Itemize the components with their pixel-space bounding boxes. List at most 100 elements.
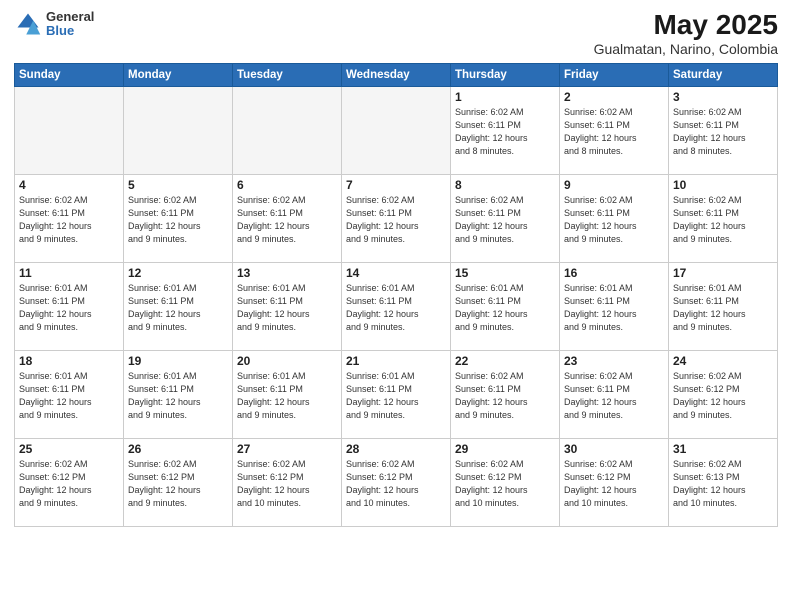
- calendar-cell: [233, 86, 342, 174]
- day-info: Sunrise: 6:02 AM Sunset: 6:12 PM Dayligh…: [19, 458, 119, 510]
- day-number: 27: [237, 442, 337, 456]
- calendar-table: Sunday Monday Tuesday Wednesday Thursday…: [14, 63, 778, 527]
- day-number: 28: [346, 442, 446, 456]
- calendar-cell: 29 Sunrise: 6:02 AM Sunset: 6:12 PM Dayli…: [451, 438, 560, 526]
- day-number: 7: [346, 178, 446, 192]
- calendar-cell: 5 Sunrise: 6:02 AM Sunset: 6:11 PM Daylig…: [124, 174, 233, 262]
- week-row-4: 25 Sunrise: 6:02 AM Sunset: 6:12 PM Dayli…: [15, 438, 778, 526]
- day-info: Sunrise: 6:02 AM Sunset: 6:11 PM Dayligh…: [237, 194, 337, 246]
- day-number: 19: [128, 354, 228, 368]
- day-number: 6: [237, 178, 337, 192]
- calendar-cell: 8 Sunrise: 6:02 AM Sunset: 6:11 PM Daylig…: [451, 174, 560, 262]
- day-number: 15: [455, 266, 555, 280]
- day-number: 17: [673, 266, 773, 280]
- header: General Blue May 2025 Gualmatan, Narino,…: [14, 10, 778, 57]
- day-number: 20: [237, 354, 337, 368]
- day-info: Sunrise: 6:01 AM Sunset: 6:11 PM Dayligh…: [673, 282, 773, 334]
- day-number: 24: [673, 354, 773, 368]
- calendar-cell: 18Sunrise: 6:01 AM Sunset: 6:11 PM Dayli…: [15, 350, 124, 438]
- calendar-cell: 7Sunrise: 6:02 AM Sunset: 6:11 PM Daylig…: [342, 174, 451, 262]
- day-number: 5: [128, 178, 228, 192]
- day-info: Sunrise: 6:02 AM Sunset: 6:11 PM Dayligh…: [673, 194, 773, 246]
- calendar-cell: 20Sunrise: 6:01 AM Sunset: 6:11 PM Dayli…: [233, 350, 342, 438]
- week-row-1: 4Sunrise: 6:02 AM Sunset: 6:11 PM Daylig…: [15, 174, 778, 262]
- day-info: Sunrise: 6:02 AM Sunset: 6:11 PM Dayligh…: [564, 370, 664, 422]
- calendar-cell: 6 Sunrise: 6:02 AM Sunset: 6:11 PM Daylig…: [233, 174, 342, 262]
- calendar-header: Sunday Monday Tuesday Wednesday Thursday…: [15, 63, 778, 86]
- day-info: Sunrise: 6:02 AM Sunset: 6:13 PM Dayligh…: [673, 458, 773, 510]
- day-info: Sunrise: 6:02 AM Sunset: 6:12 PM Dayligh…: [128, 458, 228, 510]
- day-number: 29: [455, 442, 555, 456]
- day-number: 3: [673, 90, 773, 104]
- calendar-cell: 27 Sunrise: 6:02 AM Sunset: 6:12 PM Dayli…: [233, 438, 342, 526]
- calendar-cell: 13 Sunrise: 6:01 AM Sunset: 6:11 PM Dayli…: [233, 262, 342, 350]
- day-info: Sunrise: 6:02 AM Sunset: 6:12 PM Dayligh…: [237, 458, 337, 510]
- day-number: 21: [346, 354, 446, 368]
- day-info: Sunrise: 6:01 AM Sunset: 6:11 PM Dayligh…: [455, 282, 555, 334]
- calendar-subtitle: Gualmatan, Narino, Colombia: [594, 41, 778, 57]
- th-tuesday: Tuesday: [233, 63, 342, 86]
- day-number: 14: [346, 266, 446, 280]
- day-info: Sunrise: 6:01 AM Sunset: 6:11 PM Dayligh…: [237, 282, 337, 334]
- day-info: Sunrise: 6:02 AM Sunset: 6:12 PM Dayligh…: [564, 458, 664, 510]
- day-info: Sunrise: 6:02 AM Sunset: 6:11 PM Dayligh…: [455, 370, 555, 422]
- calendar-cell: 24 Sunrise: 6:02 AM Sunset: 6:12 PM Dayli…: [669, 350, 778, 438]
- calendar-cell: 23 Sunrise: 6:02 AM Sunset: 6:11 PM Dayli…: [560, 350, 669, 438]
- day-info: Sunrise: 6:02 AM Sunset: 6:12 PM Dayligh…: [455, 458, 555, 510]
- day-number: 10: [673, 178, 773, 192]
- calendar-cell: 11Sunrise: 6:01 AM Sunset: 6:11 PM Dayli…: [15, 262, 124, 350]
- day-info: Sunrise: 6:01 AM Sunset: 6:11 PM Dayligh…: [19, 282, 119, 334]
- day-info: Sunrise: 6:02 AM Sunset: 6:12 PM Dayligh…: [673, 370, 773, 422]
- day-number: 22: [455, 354, 555, 368]
- day-info: Sunrise: 6:02 AM Sunset: 6:11 PM Dayligh…: [455, 194, 555, 246]
- calendar-cell: 10 Sunrise: 6:02 AM Sunset: 6:11 PM Dayli…: [669, 174, 778, 262]
- calendar-cell: [15, 86, 124, 174]
- day-info: Sunrise: 6:01 AM Sunset: 6:11 PM Dayligh…: [128, 370, 228, 422]
- calendar-cell: 2 Sunrise: 6:02 AM Sunset: 6:11 PM Daylig…: [560, 86, 669, 174]
- day-number: 18: [19, 354, 119, 368]
- page: General Blue May 2025 Gualmatan, Narino,…: [0, 0, 792, 612]
- calendar-cell: 3 Sunrise: 6:02 AM Sunset: 6:11 PM Daylig…: [669, 86, 778, 174]
- th-sunday: Sunday: [15, 63, 124, 86]
- calendar-cell: 21Sunrise: 6:01 AM Sunset: 6:11 PM Dayli…: [342, 350, 451, 438]
- calendar-cell: 22 Sunrise: 6:02 AM Sunset: 6:11 PM Dayli…: [451, 350, 560, 438]
- calendar-cell: 16Sunrise: 6:01 AM Sunset: 6:11 PM Dayli…: [560, 262, 669, 350]
- calendar-cell: [342, 86, 451, 174]
- th-friday: Friday: [560, 63, 669, 86]
- th-thursday: Thursday: [451, 63, 560, 86]
- calendar-cell: 15 Sunrise: 6:01 AM Sunset: 6:11 PM Dayli…: [451, 262, 560, 350]
- day-number: 31: [673, 442, 773, 456]
- day-number: 8: [455, 178, 555, 192]
- day-info: Sunrise: 6:02 AM Sunset: 6:11 PM Dayligh…: [673, 106, 773, 158]
- day-info: Sunrise: 6:02 AM Sunset: 6:11 PM Dayligh…: [455, 106, 555, 158]
- calendar-cell: 26 Sunrise: 6:02 AM Sunset: 6:12 PM Dayli…: [124, 438, 233, 526]
- day-number: 25: [19, 442, 119, 456]
- header-row: Sunday Monday Tuesday Wednesday Thursday…: [15, 63, 778, 86]
- week-row-0: 1Sunrise: 6:02 AM Sunset: 6:11 PM Daylig…: [15, 86, 778, 174]
- logo: General Blue: [14, 10, 94, 39]
- day-info: Sunrise: 6:02 AM Sunset: 6:12 PM Dayligh…: [346, 458, 446, 510]
- calendar-cell: 4Sunrise: 6:02 AM Sunset: 6:11 PM Daylig…: [15, 174, 124, 262]
- day-info: Sunrise: 6:01 AM Sunset: 6:11 PM Dayligh…: [346, 282, 446, 334]
- day-number: 2: [564, 90, 664, 104]
- day-number: 9: [564, 178, 664, 192]
- day-info: Sunrise: 6:02 AM Sunset: 6:11 PM Dayligh…: [128, 194, 228, 246]
- day-number: 13: [237, 266, 337, 280]
- logo-general: General: [46, 10, 94, 24]
- day-info: Sunrise: 6:02 AM Sunset: 6:11 PM Dayligh…: [19, 194, 119, 246]
- calendar-cell: 1Sunrise: 6:02 AM Sunset: 6:11 PM Daylig…: [451, 86, 560, 174]
- day-info: Sunrise: 6:02 AM Sunset: 6:11 PM Dayligh…: [564, 106, 664, 158]
- day-number: 26: [128, 442, 228, 456]
- day-number: 23: [564, 354, 664, 368]
- calendar-body: 1Sunrise: 6:02 AM Sunset: 6:11 PM Daylig…: [15, 86, 778, 526]
- day-number: 30: [564, 442, 664, 456]
- day-info: Sunrise: 6:02 AM Sunset: 6:11 PM Dayligh…: [564, 194, 664, 246]
- day-info: Sunrise: 6:01 AM Sunset: 6:11 PM Dayligh…: [128, 282, 228, 334]
- th-wednesday: Wednesday: [342, 63, 451, 86]
- calendar-cell: 19 Sunrise: 6:01 AM Sunset: 6:11 PM Dayli…: [124, 350, 233, 438]
- calendar-cell: 25 Sunrise: 6:02 AM Sunset: 6:12 PM Dayli…: [15, 438, 124, 526]
- logo-blue: Blue: [46, 24, 94, 38]
- calendar-title: May 2025: [594, 10, 778, 41]
- logo-icon: [14, 10, 42, 38]
- calendar-cell: 31 Sunrise: 6:02 AM Sunset: 6:13 PM Dayli…: [669, 438, 778, 526]
